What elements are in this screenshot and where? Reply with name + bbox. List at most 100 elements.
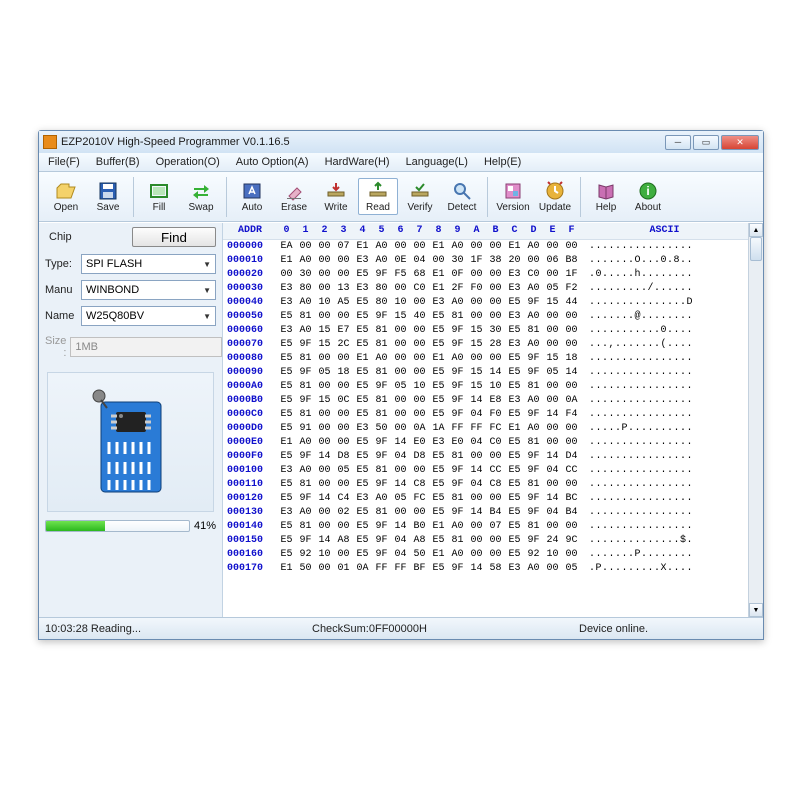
hex-byte[interactable]: 9F xyxy=(372,436,391,450)
hex-byte[interactable]: E1 xyxy=(277,254,296,268)
open-button[interactable]: Open xyxy=(46,178,86,215)
hex-byte[interactable]: 00 xyxy=(562,478,581,492)
hex-byte[interactable]: E5 xyxy=(353,366,372,380)
hex-byte[interactable]: E3 xyxy=(505,282,524,296)
hex-byte[interactable]: 00 xyxy=(315,520,334,534)
hex-byte[interactable]: E5 xyxy=(277,394,296,408)
vertical-scrollbar[interactable]: ▲ ▼ xyxy=(748,223,763,617)
hex-byte[interactable]: E5 xyxy=(429,366,448,380)
hex-byte[interactable]: E5 xyxy=(353,296,372,310)
hex-byte[interactable]: 00 xyxy=(410,394,429,408)
hex-byte[interactable]: 9F xyxy=(296,394,315,408)
hex-byte[interactable]: 9F xyxy=(372,478,391,492)
hex-row[interactable]: 000170E15000010AFFFFBFE59F1458E3A00005.P… xyxy=(223,562,744,576)
hex-byte[interactable]: 00 xyxy=(334,548,353,562)
hex-byte[interactable]: 14 xyxy=(315,534,334,548)
version-button[interactable]: Version xyxy=(493,178,533,215)
hex-byte[interactable]: 14 xyxy=(315,492,334,506)
hex-byte[interactable]: E5 xyxy=(429,338,448,352)
hex-byte[interactable]: 9F xyxy=(372,450,391,464)
hex-byte[interactable]: E3 xyxy=(429,296,448,310)
detect-button[interactable]: Detect xyxy=(442,178,482,215)
hex-byte[interactable]: E3 xyxy=(277,296,296,310)
hex-byte[interactable]: 9F xyxy=(524,366,543,380)
hex-byte[interactable]: A0 xyxy=(296,436,315,450)
about-button[interactable]: i About xyxy=(628,178,668,215)
hex-byte[interactable]: 04 xyxy=(410,254,429,268)
hex-byte[interactable]: 00 xyxy=(296,240,315,254)
hex-byte[interactable]: 10 xyxy=(315,548,334,562)
hex-byte[interactable]: F0 xyxy=(486,408,505,422)
hex-byte[interactable]: E5 xyxy=(505,534,524,548)
hex-byte[interactable]: A0 xyxy=(524,338,543,352)
hex-byte[interactable]: E1 xyxy=(353,240,372,254)
hex-byte[interactable]: FF xyxy=(372,562,391,576)
hex-byte[interactable]: 1A xyxy=(429,422,448,436)
hex-byte[interactable]: 91 xyxy=(296,422,315,436)
hex-byte[interactable]: A0 xyxy=(524,562,543,576)
hex-byte[interactable]: 00 xyxy=(391,464,410,478)
hex-byte[interactable]: FF xyxy=(391,562,410,576)
hex-byte[interactable]: 00 xyxy=(467,492,486,506)
hex-byte[interactable]: C0 xyxy=(486,436,505,450)
hex-byte[interactable]: E5 xyxy=(277,408,296,422)
hex-byte[interactable]: E5 xyxy=(277,422,296,436)
hex-byte[interactable]: 50 xyxy=(296,562,315,576)
hex-byte[interactable]: E1 xyxy=(429,240,448,254)
hex-byte[interactable]: 00 xyxy=(334,254,353,268)
hex-byte[interactable]: E3 xyxy=(505,338,524,352)
hex-row[interactable]: 000010E1A00000E3A00E0400301F38200006B8..… xyxy=(223,254,744,268)
hex-byte[interactable]: 00 xyxy=(391,422,410,436)
hex-byte[interactable]: 81 xyxy=(296,408,315,422)
hex-byte[interactable]: A0 xyxy=(448,296,467,310)
hex-byte[interactable]: 00 xyxy=(334,352,353,366)
hex-byte[interactable]: E3 xyxy=(353,254,372,268)
hex-byte[interactable]: 00 xyxy=(543,268,562,282)
hex-byte[interactable]: 80 xyxy=(372,282,391,296)
hex-byte[interactable]: D4 xyxy=(562,450,581,464)
hex-byte[interactable]: 1F xyxy=(562,268,581,282)
hex-byte[interactable]: 00 xyxy=(486,450,505,464)
hex-byte[interactable]: E5 xyxy=(505,548,524,562)
verify-button[interactable]: Verify xyxy=(400,178,440,215)
hex-byte[interactable]: 00 xyxy=(315,464,334,478)
hex-byte[interactable]: 14 xyxy=(391,478,410,492)
hex-byte[interactable]: 00 xyxy=(467,296,486,310)
scroll-track[interactable] xyxy=(749,237,763,603)
hex-byte[interactable]: A5 xyxy=(334,296,353,310)
hex-byte[interactable]: 81 xyxy=(448,492,467,506)
hex-byte[interactable]: E5 xyxy=(505,408,524,422)
hex-byte[interactable]: 9F xyxy=(524,296,543,310)
hex-byte[interactable]: E3 xyxy=(277,506,296,520)
hex-byte[interactable]: 10 xyxy=(543,548,562,562)
maximize-button[interactable]: ▭ xyxy=(693,135,719,150)
hex-byte[interactable]: E1 xyxy=(353,352,372,366)
hex-row[interactable]: 000120E59F14C4E3A005FCE5810000E59F14BC..… xyxy=(223,492,744,506)
hex-byte[interactable]: 00 xyxy=(334,408,353,422)
hex-byte[interactable]: 00 xyxy=(486,534,505,548)
hex-byte[interactable]: 15 xyxy=(467,324,486,338)
hex-byte[interactable]: E7 xyxy=(334,324,353,338)
hex-byte[interactable]: 04 xyxy=(467,436,486,450)
hex-byte[interactable]: A0 xyxy=(448,240,467,254)
hex-byte[interactable]: 81 xyxy=(524,324,543,338)
hex-byte[interactable]: 50 xyxy=(372,422,391,436)
hex-byte[interactable]: BF xyxy=(410,562,429,576)
hex-byte[interactable]: A0 xyxy=(372,240,391,254)
hex-byte[interactable]: 14 xyxy=(543,450,562,464)
hex-byte[interactable]: 00 xyxy=(429,254,448,268)
hex-byte[interactable]: 9F xyxy=(524,450,543,464)
hex-byte[interactable]: 81 xyxy=(524,520,543,534)
hex-byte[interactable]: E5 xyxy=(353,450,372,464)
hex-byte[interactable]: B4 xyxy=(562,506,581,520)
hex-byte[interactable]: 50 xyxy=(410,548,429,562)
hex-byte[interactable]: E1 xyxy=(505,240,524,254)
hex-byte[interactable]: 00 xyxy=(543,562,562,576)
hex-byte[interactable]: D8 xyxy=(410,450,429,464)
hex-byte[interactable]: 04 xyxy=(543,464,562,478)
hex-byte[interactable]: 2C xyxy=(334,338,353,352)
hex-byte[interactable]: 05 xyxy=(315,366,334,380)
hex-row[interactable]: 000110E5810000E59F14C8E59F04C8E5810000..… xyxy=(223,478,744,492)
hex-byte[interactable]: A0 xyxy=(524,422,543,436)
hex-byte[interactable]: 68 xyxy=(410,268,429,282)
